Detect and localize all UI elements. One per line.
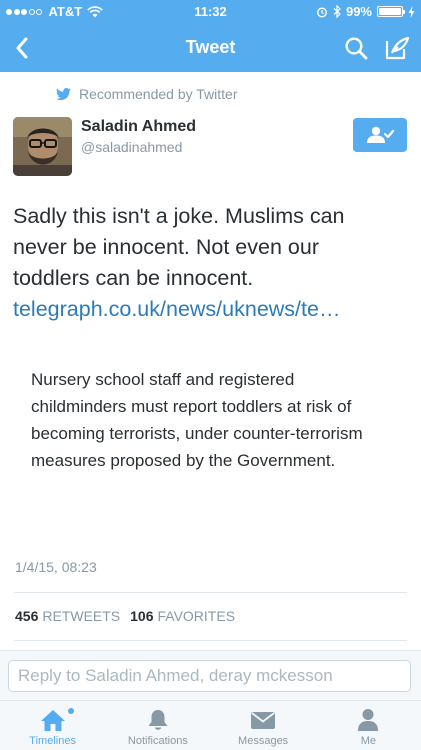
divider bbox=[14, 640, 407, 641]
bluetooth-icon bbox=[333, 5, 341, 18]
favorites-label: FAVORITES bbox=[157, 608, 236, 624]
twitter-bird-icon bbox=[56, 88, 71, 100]
tweet-text-line: never be innocent. Not even our bbox=[13, 235, 319, 259]
favorites-stat[interactable]: 106 FAVORITES bbox=[130, 608, 235, 624]
compose-icon bbox=[385, 36, 410, 60]
compose-button[interactable] bbox=[380, 32, 414, 64]
status-right: 99% bbox=[311, 4, 415, 19]
tab-icon-wrap bbox=[40, 707, 74, 733]
search-icon bbox=[345, 37, 368, 60]
battery-fill bbox=[379, 8, 401, 15]
tab-icon-wrap bbox=[147, 707, 169, 733]
user-name[interactable]: Saladin Ahmed bbox=[81, 118, 196, 136]
person-icon bbox=[358, 709, 379, 731]
tweet-link[interactable]: telegraph.co.uk/news/uknews/te… bbox=[13, 294, 409, 325]
reply-area bbox=[0, 650, 421, 700]
charging-icon bbox=[408, 5, 415, 18]
recommended-by-twitter: Recommended by Twitter bbox=[56, 86, 237, 102]
tweet-timestamp: 1/4/15, 08:23 bbox=[15, 559, 97, 575]
envelope-icon bbox=[251, 712, 276, 729]
tab-icon-wrap bbox=[357, 707, 379, 733]
search-button[interactable] bbox=[340, 32, 372, 64]
user-avatar-photo bbox=[13, 117, 72, 176]
retweets-stat[interactable]: 456 RETWEETS bbox=[15, 608, 120, 624]
recommended-label: Recommended by Twitter bbox=[79, 86, 238, 102]
favorites-count: 106 bbox=[130, 608, 154, 624]
tweet-text-line: toddlers can be innocent. bbox=[13, 266, 254, 290]
tab-me[interactable]: Me bbox=[316, 701, 421, 750]
bell-icon bbox=[148, 710, 168, 730]
retweets-count: 456 bbox=[15, 608, 39, 624]
retweets-label: RETWEETS bbox=[42, 608, 121, 624]
tab-label: Timelines bbox=[29, 735, 76, 747]
tweet-text-line: Sadly this isn't a joke. Muslims can bbox=[13, 204, 345, 228]
tab-icon-wrap bbox=[250, 707, 276, 733]
tweet-stats: 456 RETWEETS 106 FAVORITES bbox=[15, 608, 245, 624]
tab-timelines[interactable]: Timelines bbox=[0, 701, 105, 750]
tab-label: Me bbox=[360, 735, 377, 747]
app-header: AT&T 11:32 99% Tweet bbox=[0, 0, 421, 72]
tab-notifications[interactable]: Notifications bbox=[105, 701, 210, 750]
home-icon bbox=[40, 710, 65, 731]
tweet-text: Sadly this isn't a joke. Muslims can nev… bbox=[13, 201, 409, 325]
reply-input[interactable] bbox=[8, 660, 411, 692]
unread-indicator bbox=[67, 708, 74, 714]
follow-user-icon bbox=[367, 126, 394, 143]
tab-messages[interactable]: Messages bbox=[211, 701, 316, 750]
nav-bar: Tweet bbox=[0, 24, 421, 72]
avatar[interactable] bbox=[13, 117, 72, 176]
battery-percent: 99% bbox=[345, 4, 372, 19]
alarm-icon bbox=[316, 6, 327, 18]
divider bbox=[14, 592, 407, 593]
user-handle[interactable]: @saladinahmed bbox=[81, 139, 182, 155]
tab-bar: Timelines Notifications Messages Me bbox=[0, 700, 421, 750]
status-bar: AT&T 11:32 99% bbox=[0, 0, 421, 24]
battery-icon bbox=[377, 6, 405, 17]
tab-label: Messages bbox=[238, 735, 289, 747]
article-card-text[interactable]: Nursery school staff and registered chil… bbox=[31, 366, 381, 474]
follow-button[interactable] bbox=[353, 118, 407, 152]
tab-label: Notifications bbox=[127, 735, 188, 747]
